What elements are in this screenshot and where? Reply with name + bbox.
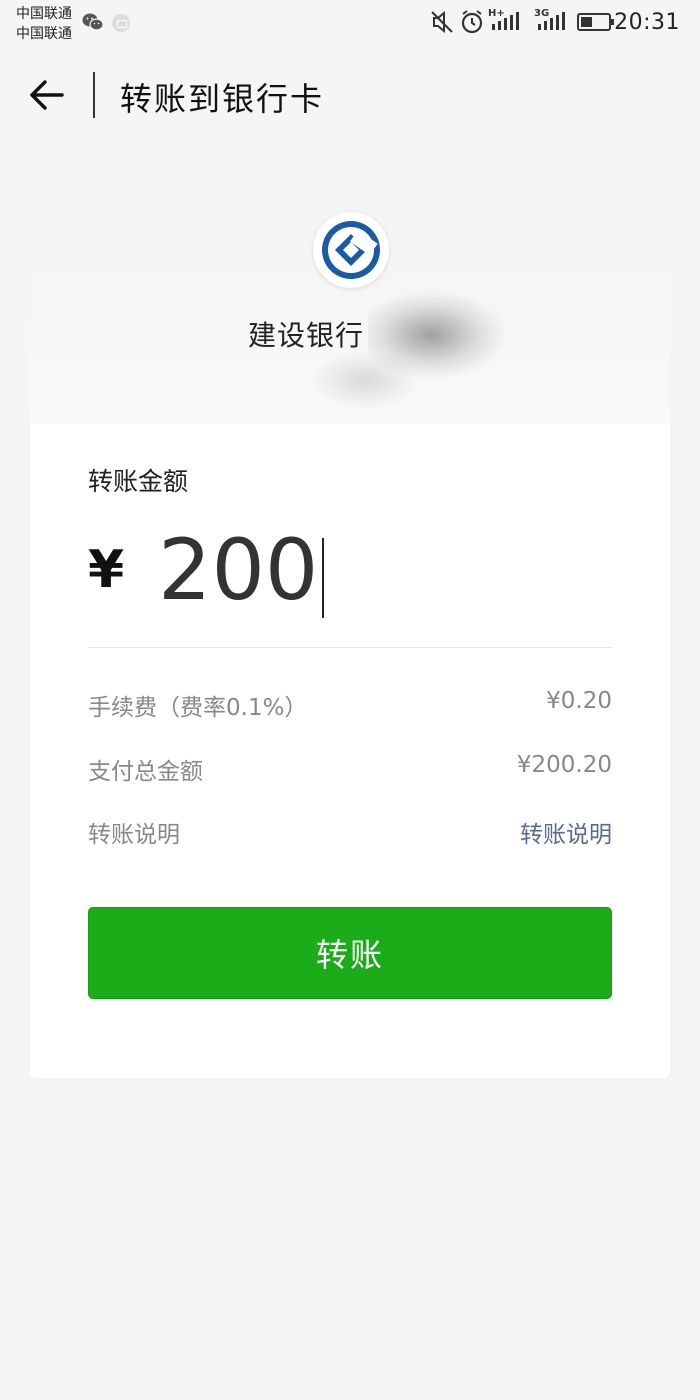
bank-name: 建设银行 — [248, 319, 365, 352]
arrow-left-icon[interactable] — [28, 78, 66, 112]
signal-icon-2 — [538, 12, 565, 30]
fee-label: 手续费（费率0.1%） — [88, 695, 308, 721]
alarm-icon — [461, 10, 483, 34]
currency-symbol: ¥ — [88, 540, 125, 600]
total-label: 支付总金额 — [88, 759, 203, 785]
mute-icon — [431, 10, 453, 34]
header: 转账到银行卡 — [0, 60, 700, 132]
total-row: 支付总金额 ¥200.20 — [88, 752, 612, 788]
bank-info: 建设银行 — [30, 180, 670, 424]
signal-icon — [492, 12, 519, 30]
battery-icon — [577, 13, 614, 31]
page-title: 转账到银行卡 — [120, 80, 325, 118]
mail-icon — [112, 14, 130, 32]
note-link[interactable]: 转账说明 — [520, 815, 612, 849]
fee-value: ¥0.20 — [546, 688, 612, 714]
transfer-card: 建设银行 转账金额 ¥ 手续费（费率0.1%） ¥0.20 支付总金额 ¥200… — [30, 180, 670, 1078]
fee-row: 手续费（费率0.1%） ¥0.20 — [88, 688, 612, 724]
note-label: 转账说明 — [88, 822, 180, 848]
status-bar: 中国联通 中国联通 H+ 3G 20:31 — [0, 0, 700, 48]
ccb-logo-icon — [313, 212, 389, 288]
note-row: 转账说明 转账说明 — [88, 815, 612, 851]
text-caret — [322, 538, 325, 618]
amount-divider — [88, 647, 612, 648]
carrier-1: 中国联通 — [16, 6, 72, 22]
amount-input[interactable] — [158, 520, 608, 620]
clock: 20:31 — [614, 10, 680, 35]
header-divider — [93, 72, 95, 118]
transfer-to-bank-page: 中国联通 中国联通 H+ 3G 20:31 转账到银行卡 建设银行 转账金额 ¥… — [0, 0, 700, 1400]
wechat-icon — [82, 13, 104, 31]
carrier-info: 中国联通 中国联通 — [16, 4, 72, 44]
redaction-smudge-secondary — [310, 350, 420, 410]
status-icons: H+ 3G 20:31 — [430, 8, 680, 40]
transfer-button[interactable]: 转账 — [88, 907, 612, 999]
total-value: ¥200.20 — [516, 752, 612, 778]
amount-label: 转账金额 — [88, 467, 189, 496]
carrier-2: 中国联通 — [16, 26, 72, 42]
